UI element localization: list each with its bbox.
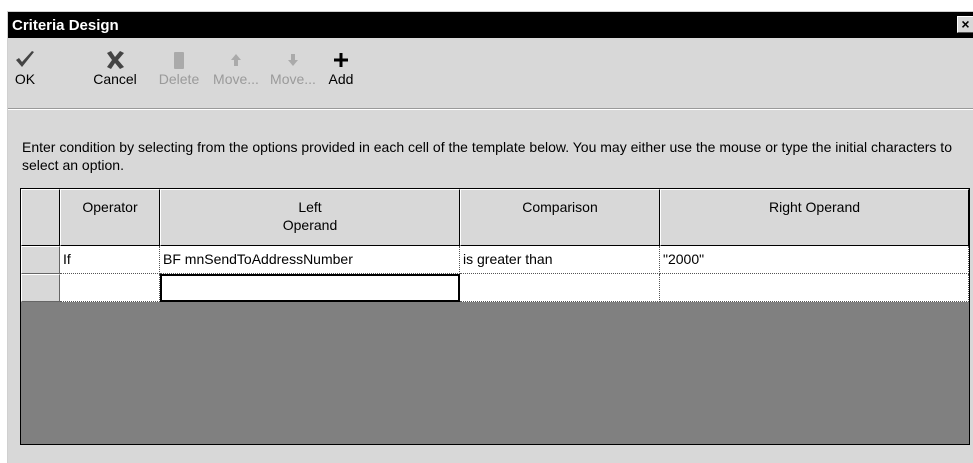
row-selector[interactable]: [21, 274, 60, 302]
operator-cell[interactable]: If: [60, 246, 160, 274]
ok-label: OK: [14, 71, 36, 87]
instructions-text: Enter condition by selecting from the op…: [22, 139, 952, 173]
trash-icon: [153, 48, 205, 72]
delete-button[interactable]: Delete: [153, 48, 205, 87]
window-title: Criteria Design: [12, 17, 119, 34]
move-down-button[interactable]: Move...: [268, 48, 318, 87]
x-icon: [87, 48, 143, 72]
criteria-grid: Operator Left Operand Comparison Right O…: [20, 188, 970, 445]
header-left-operand-line1: Left: [298, 199, 322, 215]
toolbar: OK Cancel Delete Move... Move... Add: [8, 38, 973, 108]
header-left-operand: Left Operand: [160, 189, 460, 246]
header-comparison: Comparison: [460, 189, 660, 246]
cancel-label: Cancel: [93, 71, 137, 87]
title-bar: Criteria Design ×: [8, 12, 973, 38]
move-up-button[interactable]: Move...: [211, 48, 261, 87]
header-left-operand-line2: Operand: [282, 217, 338, 233]
right-operand-cell[interactable]: [660, 274, 969, 302]
add-label: Add: [328, 71, 354, 87]
comparison-cell[interactable]: [460, 274, 660, 302]
header-right-operand: Right Operand: [660, 189, 969, 246]
grid-header-row: Operator Left Operand Comparison Right O…: [21, 189, 969, 246]
check-icon: [12, 48, 38, 72]
header-operator: Operator: [60, 189, 160, 246]
move-up-label: Move...: [213, 71, 259, 87]
arrow-down-icon: [268, 48, 318, 72]
operator-cell[interactable]: [60, 274, 160, 302]
row-selector[interactable]: [21, 246, 60, 274]
left-operand-cell-active[interactable]: [160, 274, 460, 302]
comparison-cell[interactable]: is greater than: [460, 246, 660, 274]
toolbar-separator: [8, 108, 973, 110]
table-row[interactable]: If BF mnSendToAddressNumber is greater t…: [21, 246, 969, 274]
close-button[interactable]: ×: [957, 16, 973, 33]
add-button[interactable]: Add: [326, 48, 356, 87]
row-header-corner: [21, 189, 60, 246]
cancel-button[interactable]: Cancel: [87, 48, 143, 87]
right-operand-cell[interactable]: "2000": [660, 246, 969, 274]
ok-button[interactable]: OK: [12, 48, 38, 87]
plus-icon: [326, 48, 356, 72]
table-row[interactable]: [21, 274, 969, 302]
arrow-up-icon: [211, 48, 261, 72]
move-down-label: Move...: [270, 71, 316, 87]
delete-label: Delete: [158, 71, 200, 87]
left-operand-cell[interactable]: BF mnSendToAddressNumber: [160, 246, 460, 274]
